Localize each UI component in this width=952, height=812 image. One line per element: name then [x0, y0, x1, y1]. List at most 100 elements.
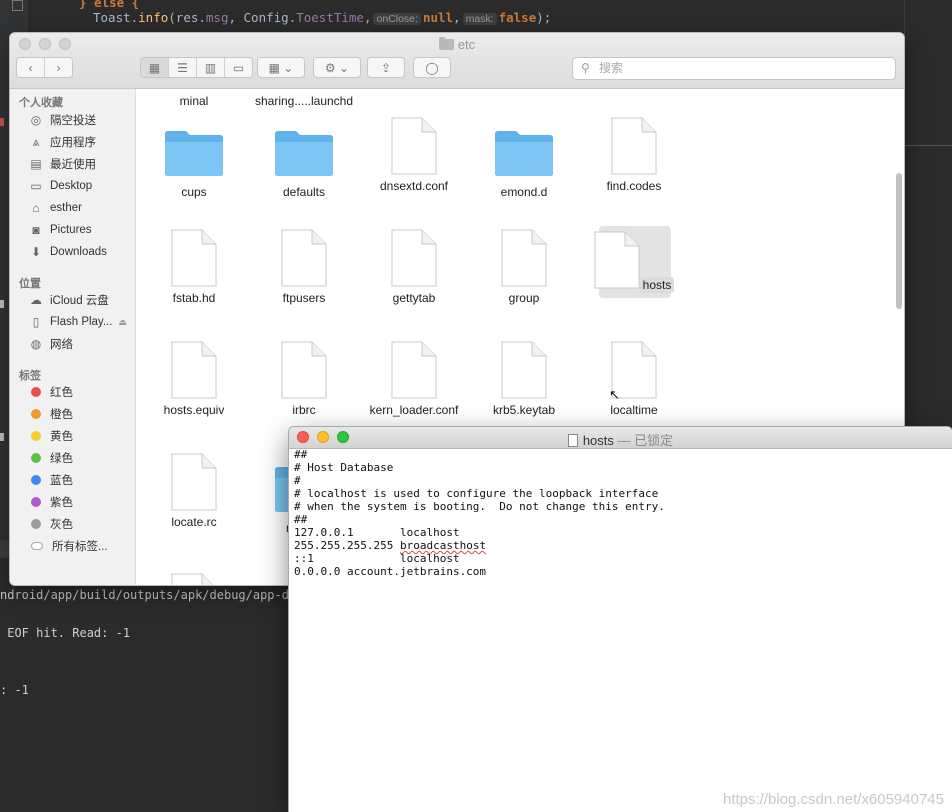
sidebar-item-desktop[interactable]: ▭ Desktop	[28, 176, 92, 196]
file-item-cups[interactable]: cups	[139, 123, 249, 200]
file-item-hosts[interactable]: hosts	[579, 231, 689, 293]
file-item-kern-loader-conf[interactable]: kern_loader.conf	[359, 341, 469, 418]
text-editor-body[interactable]: ## # Host Database # # localhost is used to…	[294, 448, 944, 578]
terminal-line: ndroid/app/build/outputs/apk/debug/app-d…	[0, 588, 304, 602]
textedit-titlebar: hosts — 已锁定	[289, 427, 952, 449]
folder-icon	[275, 131, 333, 176]
file-label: cups	[181, 185, 207, 199]
file-item-fstab-hd[interactable]: fstab.hd	[139, 229, 249, 306]
file-item-locate-rc[interactable]: locate.rc	[139, 453, 249, 530]
recents-icon: ▤	[30, 157, 42, 171]
share-button[interactable]: ⇪	[367, 57, 405, 78]
text-line: # localhost is used to configure the loo…	[294, 487, 659, 500]
file-item-partial[interactable]: sharing.....launchd	[249, 93, 359, 109]
file-label: group	[508, 291, 540, 305]
airdrop-icon: ◎	[30, 113, 42, 127]
finder-toolbar: etc ‹ › ▦ ☰ ▥ ▭ ▦ ⌄ ⚙ ⌄ ⇪ ◯ ⚲	[10, 33, 904, 89]
file-label: emond.d	[500, 185, 548, 199]
locked-status: — 已锁定	[617, 433, 674, 448]
icon-view-button[interactable]: ▦	[141, 58, 169, 77]
search-field[interactable]: ⚲	[572, 57, 896, 80]
file-item-gettytab[interactable]: gettytab	[359, 229, 469, 306]
column-view-button[interactable]: ▥	[197, 58, 225, 77]
folder-icon	[438, 37, 454, 50]
sidebar-header-tags: 标签	[19, 370, 41, 382]
tag-color-dot	[31, 453, 41, 463]
text-line: ::1 localhost	[294, 552, 460, 565]
file-item-dnsextd-conf[interactable]: dnsextd.conf	[359, 117, 469, 194]
ide-right-panel	[904, 0, 952, 430]
document-file-icon	[391, 341, 437, 399]
folder-icon	[165, 131, 223, 176]
file-item-hosts-equiv[interactable]: hosts.equiv	[139, 341, 249, 418]
list-view-button[interactable]: ☰	[169, 58, 197, 77]
textedit-window: hosts — 已锁定 ## # Host Database # # localhos…	[289, 427, 952, 812]
file-label: fstab.hd	[172, 291, 216, 305]
sidebar-item-tag-green[interactable]: 绿色	[28, 448, 73, 468]
sidebar-item-tag-purple[interactable]: 紫色	[28, 492, 73, 512]
file-item-defaults[interactable]: defaults	[249, 123, 359, 200]
document-file-icon	[501, 341, 547, 399]
vertical-scrollbar[interactable]	[896, 173, 902, 309]
file-item-emond-d[interactable]: emond.d	[469, 123, 579, 200]
tag-color-dot	[31, 431, 41, 441]
sidebar-item-network[interactable]: ◍ 网络	[28, 334, 73, 354]
tag-color-dot	[31, 409, 41, 419]
action-button[interactable]: ⚙ ⌄	[313, 57, 361, 78]
tag-color-dot	[31, 475, 41, 485]
home-icon: ⌂	[32, 201, 40, 215]
sidebar-item-home[interactable]: ⌂ esther	[28, 198, 82, 218]
disk-icon: ▯	[32, 315, 40, 329]
document-file-icon	[391, 229, 437, 287]
network-icon: ◍	[30, 337, 42, 351]
text-line: # Host Database	[294, 461, 394, 474]
group-button[interactable]: ▦ ⌄	[257, 57, 305, 78]
desktop-icon: ▭	[30, 179, 42, 193]
sidebar-item-airdrop[interactable]: ◎ 隔空投送	[28, 110, 96, 130]
sidebar-item-flash-player[interactable]: ▯ Flash Play... ⏏	[28, 312, 127, 332]
terminal-line: EOF hit. Read: -1	[0, 626, 131, 640]
sidebar-item-tag-yellow[interactable]: 黄色	[28, 426, 73, 446]
sidebar-item-tag-orange[interactable]: 橙色	[28, 404, 73, 424]
sidebar-item-icloud[interactable]: ☁ iCloud 云盘	[28, 290, 109, 310]
file-item-ftpusers[interactable]: ftpusers	[249, 229, 359, 306]
gallery-view-button[interactable]: ▭	[225, 58, 252, 77]
gutter-marker	[0, 300, 4, 308]
file-item-find-codes[interactable]: find.codes	[579, 117, 689, 194]
file-item-irbrc[interactable]: irbrc	[249, 341, 359, 418]
sidebar-item-downloads[interactable]: ⬇ Downloads	[28, 242, 107, 262]
file-label: locate.rc	[171, 515, 217, 529]
file-label: defaults	[282, 185, 326, 199]
sidebar-item-all-tags[interactable]: 所有标签...	[28, 536, 108, 556]
gutter-marker	[0, 433, 4, 441]
alias-arrow-icon: ↖	[609, 387, 620, 402]
file-label: gettytab	[392, 291, 436, 305]
text-line: #	[294, 474, 301, 487]
search-icon: ⚲	[581, 61, 590, 75]
text-line: # when the system is booting. Do not cha…	[294, 500, 665, 513]
tag-color-dot	[31, 497, 41, 507]
document-file-icon	[611, 117, 657, 175]
sidebar-item-recents[interactable]: ▤ 最近使用	[28, 154, 96, 174]
document-file-icon	[594, 231, 640, 289]
file-item-partial[interactable]: minal	[139, 93, 249, 109]
fold-marker[interactable]	[12, 0, 23, 11]
sidebar-item-tag-gray[interactable]: 灰色	[28, 514, 73, 534]
document-file-icon	[501, 229, 547, 287]
file-item-partial[interactable]	[139, 573, 249, 585]
tag-button[interactable]: ◯	[413, 57, 451, 78]
sidebar-item-tag-blue[interactable]: 蓝色	[28, 470, 73, 490]
sidebar-item-pictures[interactable]: ◙ Pictures	[28, 220, 91, 240]
back-button[interactable]: ‹	[17, 58, 45, 77]
document-file-icon	[171, 453, 217, 511]
search-input[interactable]	[597, 60, 891, 76]
sidebar-item-tag-red[interactable]: 红色	[28, 382, 73, 402]
file-item-group[interactable]: group	[469, 229, 579, 306]
eject-icon[interactable]: ⏏	[118, 317, 127, 328]
file-item-krb5-keytab[interactable]: krb5.keytab	[469, 341, 579, 418]
sidebar-item-applications[interactable]: ⩓ 应用程序	[28, 132, 96, 152]
file-item-localtime[interactable]: ↖ localtime	[579, 341, 689, 418]
forward-button[interactable]: ›	[45, 58, 72, 77]
text-line: ##	[294, 448, 308, 461]
document-file-icon	[171, 341, 217, 399]
